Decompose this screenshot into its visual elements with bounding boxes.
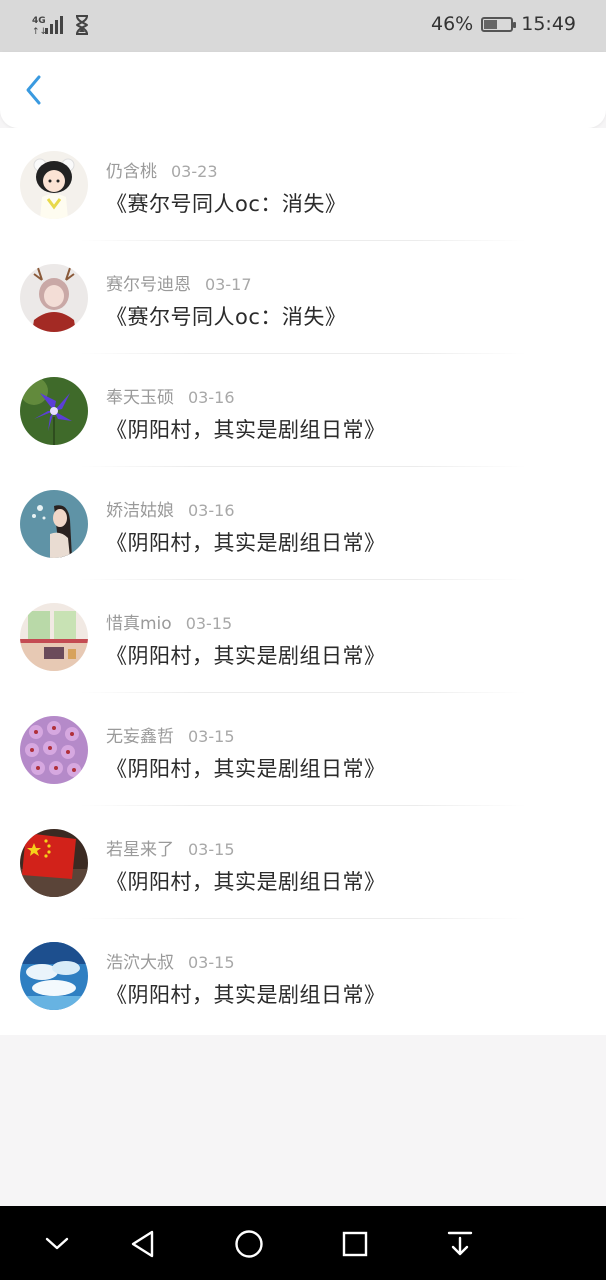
list-item[interactable]: 惜真mio 03-15 《阴阳村，其实是剧组日常》 xyxy=(0,580,606,693)
avatar-pink-flowers xyxy=(20,716,88,784)
username[interactable]: 无妄鑫哲 xyxy=(106,727,174,747)
hide-nav-button[interactable] xyxy=(37,1224,77,1264)
list-item[interactable]: 若星来了 03-15 《阴阳村，其实是剧组日常》 xyxy=(0,806,606,919)
date: 03-15 xyxy=(188,840,235,859)
signal-icon: 4G ↑↓ xyxy=(32,16,63,36)
battery-percent: 46% xyxy=(431,13,474,35)
list-item[interactable]: 浩泬大叔 03-15 《阴阳村，其实是剧组日常》 xyxy=(0,919,606,1032)
date: 03-23 xyxy=(171,162,218,181)
username[interactable]: 娇洁姑娘 xyxy=(106,501,174,521)
svg-text:↑↓: ↑↓ xyxy=(32,27,47,36)
username[interactable]: 若星来了 xyxy=(106,840,174,860)
comment-meta: 仍含桃 03-23 xyxy=(106,157,218,182)
system-back-button[interactable] xyxy=(123,1224,163,1264)
notification-pull-icon xyxy=(447,1231,473,1256)
avatar-purple-flower xyxy=(20,377,88,445)
avatar[interactable] xyxy=(20,942,88,1010)
home-circle-icon xyxy=(235,1230,263,1258)
book-title[interactable]: 《阴阳村，其实是剧组日常》 xyxy=(106,640,386,670)
comment-list: 仍含桃 03-23 《赛尔号同人oc：消失》 赛尔号迪恩 03-17 《赛尔号同人o… xyxy=(0,128,606,1035)
book-title[interactable]: 《赛尔号同人oc：消失》 xyxy=(106,188,346,218)
list-item[interactable]: 娇洁姑娘 03-16 《阴阳村，其实是剧组日常》 xyxy=(0,467,606,580)
list-item[interactable]: 赛尔号迪恩 03-17 《赛尔号同人oc：消失》 xyxy=(0,241,606,354)
list-item[interactable]: 无妄鑫哲 03-15 《阴阳村，其实是剧组日常》 xyxy=(0,693,606,806)
comment-meta: 奉天玉硕 03-16 xyxy=(106,383,235,408)
chevron-down-icon xyxy=(45,1237,69,1250)
username[interactable]: 赛尔号迪恩 xyxy=(106,275,191,295)
system-home-button[interactable] xyxy=(229,1224,269,1264)
username[interactable]: 奉天玉硕 xyxy=(106,388,174,408)
comment-meta: 若星来了 03-15 xyxy=(106,835,235,860)
top-header xyxy=(0,52,606,128)
battery-icon xyxy=(481,16,517,32)
chevron-left-icon xyxy=(26,75,41,105)
book-title[interactable]: 《阴阳村，其实是剧组日常》 xyxy=(106,979,386,1009)
avatar[interactable] xyxy=(20,716,88,784)
avatar[interactable] xyxy=(20,151,88,219)
comment-meta: 浩泬大叔 03-15 xyxy=(106,948,235,973)
avatar[interactable] xyxy=(20,829,88,897)
avatar-girl-dandelion xyxy=(20,490,88,558)
notification-button[interactable] xyxy=(440,1224,480,1264)
avatar-girl-antlers xyxy=(20,264,88,332)
system-recents-button[interactable] xyxy=(335,1224,375,1264)
battery-fill xyxy=(484,19,498,29)
clock: 15:49 xyxy=(521,13,576,35)
date: 03-16 xyxy=(188,501,235,520)
status-bar: 4G ↑↓ 46% 15:49 xyxy=(0,0,606,52)
list-item[interactable]: 奉天玉硕 03-16 《阴阳村，其实是剧组日常》 xyxy=(0,354,606,467)
back-triangle-icon xyxy=(131,1230,154,1258)
date: 03-15 xyxy=(188,953,235,972)
recents-square-icon xyxy=(342,1231,368,1257)
avatar-window-room xyxy=(20,603,88,671)
status-left: 4G ↑↓ xyxy=(32,14,90,36)
book-title[interactable]: 《阴阳村，其实是剧组日常》 xyxy=(106,753,386,783)
book-title[interactable]: 《阴阳村，其实是剧组日常》 xyxy=(106,414,386,444)
book-title[interactable]: 《阴阳村，其实是剧组日常》 xyxy=(106,527,386,557)
comment-meta: 赛尔号迪恩 03-17 xyxy=(106,270,252,295)
username[interactable]: 惜真mio xyxy=(106,614,172,634)
avatar-red-flag xyxy=(20,829,88,897)
book-title[interactable]: 《阴阳村，其实是剧组日常》 xyxy=(106,866,386,896)
date: 03-16 xyxy=(188,388,235,407)
date: 03-15 xyxy=(188,727,235,746)
avatar[interactable] xyxy=(20,377,88,445)
avatar-sky-clouds xyxy=(20,942,88,1010)
system-navigation-bar xyxy=(0,1206,606,1280)
comment-meta: 惜真mio 03-15 xyxy=(106,609,232,634)
date: 03-15 xyxy=(185,614,233,633)
avatar[interactable] xyxy=(20,603,88,671)
date: 03-17 xyxy=(205,275,252,294)
list-item[interactable]: 仍含桃 03-23 《赛尔号同人oc：消失》 xyxy=(0,128,606,241)
book-title[interactable]: 《赛尔号同人oc：消失》 xyxy=(106,301,346,331)
comment-meta: 无妄鑫哲 03-15 xyxy=(106,722,235,747)
comment-meta: 娇洁姑娘 03-16 xyxy=(106,496,235,521)
back-button[interactable] xyxy=(14,70,54,110)
username[interactable]: 仍含桃 xyxy=(106,162,157,182)
username[interactable]: 浩泬大叔 xyxy=(106,953,174,973)
avatar[interactable] xyxy=(20,490,88,558)
status-right: 46% 15:49 xyxy=(431,13,576,35)
network-label: 4G xyxy=(32,16,46,26)
hourglass-icon xyxy=(75,15,89,35)
avatar-girl-bear-hat xyxy=(20,151,88,219)
avatar[interactable] xyxy=(20,264,88,332)
